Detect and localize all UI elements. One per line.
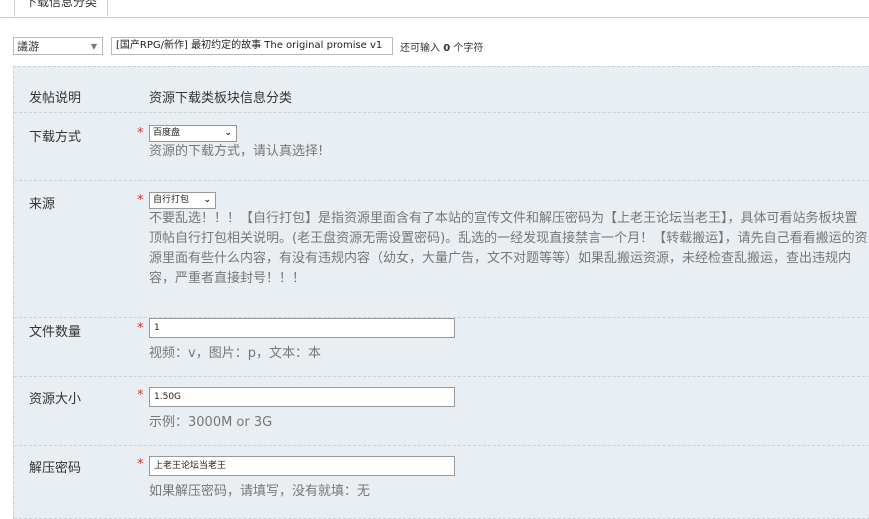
file-count-help: 视频：v，图片：p，文本：本 [149, 346, 321, 361]
row-download-method: 下载方式 * 百度盘 ⌄ 资源的下载方式，请认真选择! [14, 113, 869, 181]
download-method-label: 下载方式 [29, 130, 82, 145]
thread-type-value: 議游 [17, 40, 39, 53]
password-help: 如果解压密码，请填写，没有就填：无 [149, 484, 371, 499]
chevron-down-icon: ▼ [90, 42, 97, 51]
file-count-input[interactable]: 1 [149, 318, 455, 338]
source-value: 自行打包 [153, 195, 190, 205]
download-method-help: 资源的下载方式，请认真选择! [149, 144, 324, 159]
required-mark: * [137, 388, 144, 403]
chevron-down-icon: ⌄ [203, 195, 211, 205]
tab-bar: 下载信息分类 [0, 0, 869, 18]
remaining-chars: 还可输入 0 个字符 [400, 42, 484, 54]
info-form-panel: 发帖说明 资源下载类板块信息分类 下载方式 * 百度盘 ⌄ 资源的下载方式，请认… [13, 66, 869, 519]
source-select[interactable]: 自行打包 ⌄ [149, 192, 216, 209]
chevron-down-icon: ⌄ [224, 128, 232, 138]
download-method-value: 百度盘 [153, 128, 181, 138]
intro-label: 发帖说明 [29, 91, 82, 106]
source-help: 不要乱选！！！【自行打包】是指资源里面含有了本站的宣传文件和解压密码为【上老王论… [149, 211, 868, 286]
thread-title-row: 議游 ▼ [国产RPG/新作] 最初约定的故事 The original pro… [13, 36, 483, 56]
source-label: 来源 [29, 197, 56, 212]
intro-text: 资源下载类板块信息分类 [149, 91, 293, 106]
size-label: 资源大小 [29, 392, 82, 407]
tab-download-info[interactable]: 下载信息分类 [14, 0, 109, 17]
size-help: 示例：3000M or 3G [149, 415, 273, 430]
row-password: 解压密码 * 上老王论坛当老王 如果解压密码，请填写，没有就填：无 [14, 446, 869, 519]
password-label: 解压密码 [29, 461, 82, 476]
required-mark: * [137, 126, 144, 141]
file-count-label: 文件数量 [29, 325, 82, 340]
row-size: 资源大小 * 1.50G 示例：3000M or 3G [14, 377, 869, 446]
row-intro: 发帖说明 资源下载类板块信息分类 [14, 67, 869, 113]
thread-type-select[interactable]: 議游 ▼ [13, 37, 103, 55]
required-mark: * [137, 321, 144, 336]
thread-title-input[interactable]: [国产RPG/新作] 最初约定的故事 The original promise … [111, 37, 393, 55]
size-input[interactable]: 1.50G [149, 387, 455, 407]
row-file-count: 文件数量 * 1 视频：v，图片：p，文本：本 [14, 318, 869, 377]
required-mark: * [137, 457, 144, 472]
download-method-select[interactable]: 百度盘 ⌄ [149, 125, 237, 142]
password-input[interactable]: 上老王论坛当老王 [149, 456, 455, 476]
row-source: 来源 * 自行打包 ⌄ 不要乱选！！！【自行打包】是指资源里面含有了本站的宣传文… [14, 181, 869, 318]
required-mark: * [137, 193, 144, 208]
